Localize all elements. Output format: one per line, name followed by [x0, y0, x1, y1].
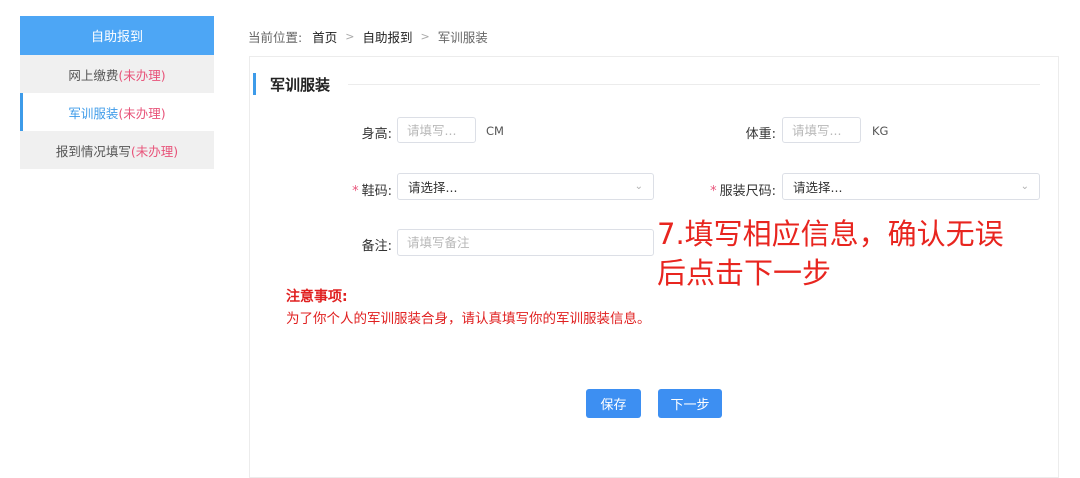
clothing-size-value: 请选择...	[793, 180, 843, 195]
clothing-size-select[interactable]: 请选择... ⌄	[782, 173, 1040, 200]
section-divider	[348, 84, 1040, 85]
clothing-size-label-text: 服装尺码:	[719, 184, 776, 199]
save-button[interactable]: 保存	[586, 389, 641, 418]
annotation-line-1: 7.填写相应信息，确认无误	[657, 217, 1004, 251]
sidebar-item-status: (未办理)	[118, 67, 166, 83]
sidebar-item-military-uniform[interactable]: 军训服装 (未办理)	[20, 93, 214, 131]
weight-unit: KG	[872, 124, 889, 138]
height-label: 身高:	[361, 127, 392, 142]
height-input[interactable]	[397, 117, 476, 143]
sidebar: 自助报到 网上缴费 (未办理) 军训服装 (未办理) 报到情况填写 (未办理)	[20, 16, 214, 169]
shoe-size-label: * 鞋码:	[310, 180, 392, 199]
sidebar-header[interactable]: 自助报到	[20, 16, 214, 55]
breadcrumb-current: 军训服装	[437, 30, 488, 45]
remark-input[interactable]	[397, 229, 654, 256]
sidebar-item-online-payment[interactable]: 网上缴费 (未办理)	[20, 55, 214, 93]
height-unit: CM	[486, 124, 504, 138]
chevron-down-icon: ⌄	[634, 181, 643, 192]
notice-title: 注意事项:	[286, 289, 348, 305]
breadcrumb-home[interactable]: 首页	[312, 27, 337, 46]
chevron-down-icon: ⌄	[1020, 181, 1029, 192]
shoe-size-label-text: 鞋码:	[361, 184, 392, 199]
next-step-button[interactable]: 下一步	[658, 389, 722, 418]
weight-input[interactable]	[782, 117, 861, 143]
breadcrumb-self-registration[interactable]: 自助报到	[362, 27, 412, 46]
shoe-size-select[interactable]: 请选择... ⌄	[397, 173, 654, 200]
sidebar-item-registration-info[interactable]: 报到情况填写 (未办理)	[20, 131, 214, 169]
sidebar-item-label: 网上缴费	[68, 67, 119, 83]
sidebar-item-label: 军训服装	[68, 105, 119, 121]
clothing-size-label: * 服装尺码:	[670, 180, 776, 199]
sidebar-item-status: (未办理)	[130, 143, 179, 159]
sidebar-header-label: 自助报到	[90, 30, 143, 45]
chevron-right-icon: >	[420, 30, 430, 43]
chevron-right-icon: >	[345, 30, 355, 43]
annotation-line-2: 后点击下一步	[657, 256, 832, 290]
required-marker: *	[710, 184, 717, 199]
weight-label: 体重:	[745, 127, 776, 142]
notice-text: 为了你个人的军训服装合身，请认真填写你的军训服装信息。	[286, 311, 651, 327]
shoe-size-value: 请选择...	[408, 180, 458, 195]
breadcrumb: 当前位置: 首页 > 自助报到 > 军训服装	[248, 27, 488, 46]
required-marker: *	[352, 184, 359, 199]
sidebar-item-label: 报到情况填写	[55, 143, 131, 159]
breadcrumb-prefix: 当前位置:	[248, 30, 303, 45]
sidebar-item-status: (未办理)	[118, 105, 166, 121]
tutorial-annotation: 7.填写相应信息，确认无误 后点击下一步	[657, 215, 1077, 293]
section-title: 军训服装	[253, 73, 330, 95]
remark-label: 备注:	[361, 239, 392, 254]
